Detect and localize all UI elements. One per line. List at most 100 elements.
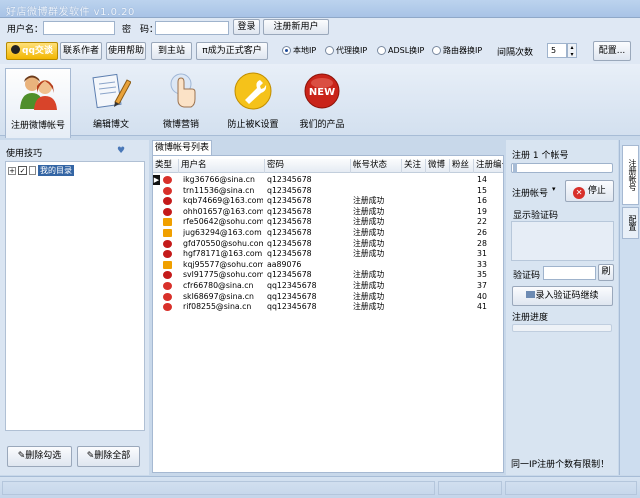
tab-register-account[interactable]: 注册帐号 [622, 145, 639, 205]
tab-config[interactable]: 配置 [622, 207, 639, 239]
radio-router-ip[interactable]: 路由器换IP [432, 45, 482, 56]
svg-text:NEW: NEW [309, 87, 335, 98]
become-customer-button[interactable]: π成为正式客户 [196, 42, 268, 60]
row-username: kqb74669@163.com [183, 196, 263, 206]
username-input[interactable] [43, 21, 115, 35]
tool-label: 我们的产品 [299, 120, 345, 130]
col-username[interactable]: 用户名 [179, 159, 265, 173]
continue-button[interactable]: 录入验证码继续 [512, 286, 613, 306]
col-type[interactable]: 类型 [153, 159, 179, 173]
table-row[interactable]: ohh01657@163.com q12345678 注册成功 19 [153, 207, 503, 218]
config-button[interactable]: 配置... [593, 41, 631, 61]
col-password[interactable]: 密码 [265, 159, 351, 173]
tool-weibo-marketing[interactable]: 微博营销 [148, 68, 214, 132]
radio-adsl-ip[interactable]: ADSL换IP [377, 45, 424, 56]
row-reg-no: 28 [477, 238, 487, 248]
weibo-icon [163, 176, 172, 184]
password-input[interactable] [155, 21, 229, 35]
row-username: gfd70550@sohu.com [183, 238, 263, 248]
captcha-input[interactable] [543, 266, 596, 280]
weibo-icon [163, 303, 172, 312]
stop-button[interactable]: ✕ 停止 [565, 180, 614, 202]
row-username: hgf78171@163.com [183, 249, 263, 259]
col-status[interactable]: 帐号状态 [351, 159, 402, 173]
row-username: skl68697@sina.cn [183, 291, 254, 301]
row-reg-no: 41 [477, 302, 487, 312]
tab-account-list[interactable]: 微博帐号列表 [152, 140, 212, 155]
col-posts[interactable]: 微博 [426, 159, 450, 173]
register-count-slider[interactable] [511, 163, 613, 173]
people-icon [20, 75, 57, 110]
register-user-button[interactable]: 注册新用户 [263, 19, 329, 35]
netease-icon [163, 250, 172, 259]
delete-all-button[interactable]: ✎删除全部 [77, 446, 140, 467]
dropdown-arrow-icon[interactable]: ▾ [552, 185, 556, 193]
tool-edit-posts[interactable]: 编辑博文 [78, 68, 144, 132]
col-follow[interactable]: 关注 [402, 159, 426, 173]
table-row[interactable]: svl91775@sohu.com q12345678 注册成功 35 [153, 270, 503, 281]
delete-all-label: 删除全部 [94, 451, 131, 461]
homepage-button[interactable]: 到主站 [151, 42, 192, 60]
tree-checkbox[interactable]: ✓ [18, 166, 27, 175]
radio-dot [325, 46, 334, 55]
password-label: 密 码： [122, 25, 159, 35]
qq-chat-button[interactable]: qq交谈 [6, 42, 58, 60]
register-account-label[interactable]: 注册帐号 [512, 186, 548, 199]
register-count-label: 注册 1 个帐号 [512, 151, 569, 161]
table-header: 类型 用户名 密码 帐号状态 关注 微博 粉丝 注册编号 [153, 159, 503, 173]
row-password: aa89076 [267, 259, 302, 269]
row-reg-no: 22 [477, 217, 487, 227]
document-icon [29, 166, 36, 175]
table-row[interactable]: trn11536@sina.cn q12345678 15 [153, 186, 503, 197]
row-username: rfe50642@sohu.com [183, 217, 263, 227]
radio-label: ADSL换IP [388, 46, 425, 55]
row-password: q12345678 [267, 217, 312, 227]
slider-thumb[interactable] [513, 163, 517, 173]
ip-limit-notice: 同一IP注册个数有限制！ [511, 460, 610, 470]
interval-spinner[interactable]: ▴ ▾ [567, 43, 577, 58]
collapse-icon[interactable]: ♥ [117, 146, 125, 156]
wrench-icon [234, 72, 272, 110]
table-row[interactable]: skl68697@sina.cn qq12345678 注册成功 40 [153, 291, 503, 303]
table-row[interactable]: rfe50642@sohu.com q12345678 注册成功 22 [153, 217, 503, 228]
tool-our-products[interactable]: NEW 我们的产品 [289, 68, 355, 132]
table-row[interactable]: rif08255@sina.cn qq12345678 注册成功 41 [153, 302, 503, 313]
sohu-icon [163, 229, 172, 237]
tool-register-accounts[interactable]: 注册微博帐号 [5, 68, 71, 138]
col-reg-no[interactable]: 注册编号 [474, 159, 503, 173]
help-button[interactable]: 使用帮助 [106, 42, 146, 60]
delete-checked-button[interactable]: ✎删除勾选 [7, 446, 72, 467]
interval-input[interactable]: 5 [547, 43, 567, 58]
weibo-icon [163, 186, 172, 195]
stop-icon: ✕ [573, 187, 586, 199]
captcha-image-box [511, 221, 614, 261]
row-status: 注册成功 [353, 270, 385, 280]
contact-author-button[interactable]: 联系作者 [60, 42, 102, 60]
table-row[interactable]: kqj95577@sohu.com aa89076 33 [153, 259, 503, 271]
table-row[interactable]: cfr66780@sina.cn qq12345678 注册成功 37 [153, 281, 503, 292]
tool-label: 微博营销 [162, 120, 199, 130]
status-bar [0, 476, 640, 498]
radio-dot [282, 46, 291, 55]
netease-icon [163, 239, 172, 248]
login-button[interactable]: 登录 [233, 19, 260, 35]
col-fans[interactable]: 粉丝 [450, 159, 474, 173]
sohu-icon [163, 218, 172, 227]
table-row[interactable]: jug63294@163.com q12345678 注册成功 26 [153, 228, 503, 239]
tree-item-root[interactable]: + ✓ 我的目录 [8, 165, 74, 176]
netease-icon [163, 197, 172, 206]
radio-label: 路由器换IP [443, 46, 483, 55]
row-reg-no: 37 [477, 281, 487, 290]
refresh-captcha-button[interactable]: 刷 [598, 264, 614, 281]
table-row[interactable]: hgf78171@163.com q12345678 注册成功 31 [153, 249, 503, 260]
expand-icon[interactable]: + [8, 166, 16, 175]
table-row[interactable]: kqb74669@163.com q12345678 注册成功 16 [153, 196, 503, 207]
radio-local-ip[interactable]: 本地IP [282, 45, 316, 56]
row-password: qq12345678 [267, 302, 317, 312]
tool-anti-ban-settings[interactable]: 防止被K设置 [218, 68, 288, 132]
table-row[interactable]: gfd70550@sohu.com q12345678 注册成功 28 [153, 238, 503, 250]
table-row[interactable]: ▶ ikg36766@sina.cn q12345678 14 [153, 175, 503, 186]
radio-proxy-ip[interactable]: 代理换IP [325, 45, 367, 56]
continue-label: 录入验证码继续 [535, 291, 599, 301]
edit-document-icon [92, 73, 131, 109]
